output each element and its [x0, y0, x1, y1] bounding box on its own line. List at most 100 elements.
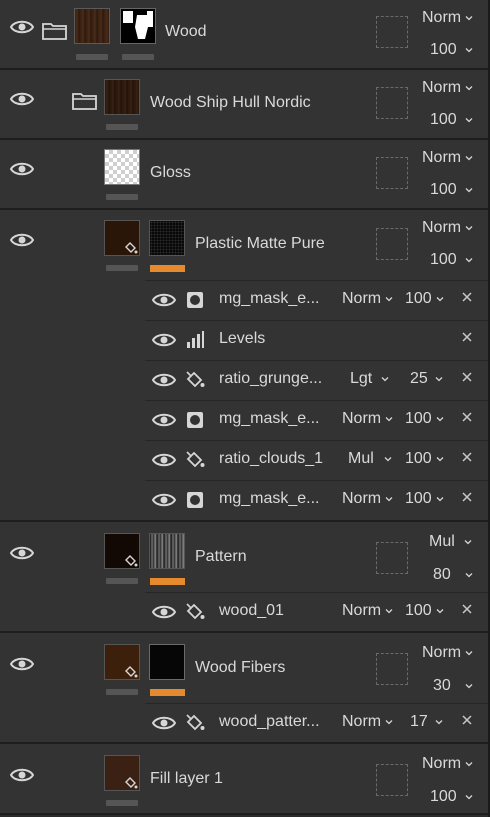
effect-blend-value: Norm — [342, 410, 382, 427]
effect-row[interactable]: ratio_clouds_1 Mul 100 — [145, 440, 488, 478]
opacity-dropdown[interactable]: 100 — [430, 251, 473, 269]
empty-mask-slot[interactable] — [376, 228, 408, 260]
effect-blend-dropdown[interactable]: Norm — [342, 290, 393, 308]
visibility-eye-icon[interactable] — [152, 492, 176, 508]
opacity-value: 100 — [430, 788, 457, 805]
layer-row-pattern[interactable]: Pattern Mul 80 wood_01 Norm 100 — [0, 522, 488, 633]
blend-mode-dropdown[interactable]: Mul — [429, 533, 472, 551]
blend-mode-dropdown[interactable]: Norm — [422, 644, 473, 662]
visibility-eye-icon[interactable] — [152, 715, 176, 731]
blend-mode-dropdown[interactable]: Norm — [422, 9, 473, 27]
layer-row-wood-fibers[interactable]: Wood Fibers Norm 30 wood_patter... Norm … — [0, 633, 488, 744]
visibility-eye-icon[interactable] — [10, 19, 34, 35]
layer-thumbnail[interactable] — [104, 149, 140, 185]
layer-name[interactable]: Gloss — [150, 164, 191, 182]
effect-blend-dropdown[interactable]: Norm — [342, 490, 393, 508]
close-icon[interactable] — [461, 291, 473, 303]
mask-thumbnail[interactable] — [149, 533, 185, 569]
visibility-eye-icon[interactable] — [10, 232, 34, 248]
opacity-dropdown[interactable]: 30 — [433, 677, 473, 695]
blend-mode-dropdown[interactable]: Norm — [422, 79, 473, 97]
layer-name[interactable]: Wood Ship Hull Nordic — [150, 94, 311, 112]
visibility-eye-icon[interactable] — [10, 656, 34, 672]
effect-opacity-dropdown[interactable]: 25 — [410, 370, 443, 388]
effect-blend-dropdown[interactable]: Norm — [342, 410, 393, 428]
effect-blend-dropdown[interactable]: Norm — [342, 713, 393, 731]
effect-opacity-dropdown[interactable]: 100 — [405, 602, 444, 620]
fill-bucket-icon — [186, 714, 205, 731]
mask-thumbnail[interactable] — [120, 8, 156, 44]
effect-opacity-dropdown[interactable]: 17 — [410, 713, 443, 731]
close-icon[interactable] — [461, 714, 473, 726]
layer-row-gloss[interactable]: Gloss Norm 100 — [0, 140, 488, 210]
effect-row[interactable]: mg_mask_e... Norm 100 — [145, 280, 488, 318]
empty-mask-slot[interactable] — [376, 157, 408, 189]
effect-opacity-dropdown[interactable]: 100 — [405, 410, 444, 428]
blend-mode-dropdown[interactable]: Norm — [422, 149, 473, 167]
empty-mask-slot[interactable] — [376, 653, 408, 685]
layer-name[interactable]: Pattern — [195, 548, 247, 566]
opacity-dropdown[interactable]: 100 — [430, 788, 473, 806]
visibility-eye-icon[interactable] — [10, 767, 34, 783]
visibility-eye-icon[interactable] — [152, 412, 176, 428]
empty-mask-slot[interactable] — [376, 16, 408, 48]
empty-mask-slot[interactable] — [376, 87, 408, 119]
layer-name[interactable]: Fill layer 1 — [150, 770, 223, 788]
opacity-dropdown[interactable]: 100 — [430, 181, 473, 199]
empty-mask-slot[interactable] — [376, 764, 408, 796]
mask-thumbnail[interactable] — [149, 220, 185, 256]
layer-row-wood-ship-hull-nordic[interactable]: Wood Ship Hull Nordic Norm 100 — [0, 70, 488, 140]
chevron-down-icon — [465, 650, 473, 656]
layer-name[interactable]: Plastic Matte Pure — [195, 235, 325, 253]
close-icon[interactable] — [461, 491, 473, 503]
visibility-eye-icon[interactable] — [152, 332, 176, 348]
effect-opacity-dropdown[interactable]: 100 — [405, 290, 444, 308]
chevron-down-icon — [464, 539, 472, 545]
effect-row[interactable]: mg_mask_e... Norm 100 — [145, 480, 488, 518]
effect-row[interactable]: ratio_grunge... Lgt 25 — [145, 360, 488, 398]
effect-opacity-dropdown[interactable]: 100 — [405, 490, 444, 508]
close-icon[interactable] — [461, 371, 473, 383]
layer-thumbnail[interactable] — [74, 8, 110, 44]
opacity-dropdown[interactable]: 100 — [430, 111, 473, 129]
visibility-eye-icon[interactable] — [152, 372, 176, 388]
effect-row[interactable]: wood_01 Norm 100 — [145, 592, 488, 630]
effect-name: mg_mask_e... — [219, 290, 320, 307]
effect-row[interactable]: wood_patter... Norm 17 — [145, 703, 488, 741]
effect-opacity-dropdown[interactable]: 100 — [405, 450, 444, 468]
close-icon[interactable] — [461, 331, 473, 343]
effect-row[interactable]: mg_mask_e... Norm 100 — [145, 400, 488, 438]
opacity-dropdown[interactable]: 100 — [430, 41, 473, 59]
visibility-eye-icon[interactable] — [10, 161, 34, 177]
blend-mode-dropdown[interactable]: Norm — [422, 755, 473, 773]
visibility-eye-icon[interactable] — [10, 91, 34, 107]
circle-mask-icon — [187, 292, 203, 308]
layer-name[interactable]: Wood — [165, 23, 207, 41]
visibility-eye-icon[interactable] — [152, 604, 176, 620]
effect-row[interactable]: Levels — [145, 320, 488, 358]
folder-icon[interactable] — [72, 91, 98, 111]
effect-blend-value: Mul — [348, 450, 374, 467]
close-icon[interactable] — [461, 603, 473, 615]
blend-mode-dropdown[interactable]: Norm — [422, 219, 473, 237]
layer-row-fill-layer-1[interactable]: Fill layer 1 Norm 100 — [0, 744, 488, 815]
layer-row-plastic-matte-pure[interactable]: Plastic Matte Pure Norm 100 mg_mask_e...… — [0, 210, 488, 522]
layer-thumbnail[interactable] — [104, 79, 140, 115]
layer-row-wood[interactable]: Wood Norm 100 — [0, 0, 488, 70]
opacity-dropdown[interactable]: 80 — [433, 566, 473, 584]
effect-blend-value: Norm — [342, 602, 382, 619]
layer-name[interactable]: Wood Fibers — [195, 659, 285, 677]
close-icon[interactable] — [461, 451, 473, 463]
visibility-eye-icon[interactable] — [10, 545, 34, 561]
effect-blend-dropdown[interactable]: Lgt — [350, 370, 389, 388]
close-icon[interactable] — [461, 411, 473, 423]
empty-mask-slot[interactable] — [376, 542, 408, 574]
visibility-eye-icon[interactable] — [152, 292, 176, 308]
folder-icon[interactable] — [42, 21, 68, 41]
effect-blend-dropdown[interactable]: Mul — [348, 450, 392, 468]
blend-mode-value: Norm — [422, 755, 462, 772]
visibility-eye-icon[interactable] — [152, 452, 176, 468]
mask-thumbnail[interactable] — [149, 644, 185, 680]
effect-blend-value: Lgt — [350, 370, 373, 387]
effect-blend-dropdown[interactable]: Norm — [342, 602, 393, 620]
